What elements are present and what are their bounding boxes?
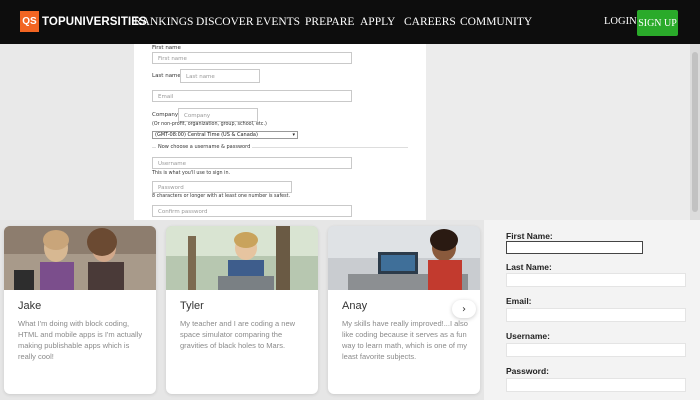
nav-item-prepare[interactable]: PREPARE — [305, 16, 354, 28]
username-label: Username: — [506, 331, 550, 341]
password-field[interactable] — [506, 378, 686, 392]
company-input[interactable]: Company — [178, 108, 258, 122]
testimonial-card[interactable]: Tyler My teacher and I are coding a new … — [166, 226, 318, 394]
testimonial-photo-anay — [328, 226, 480, 290]
first-name-field[interactable] — [506, 241, 643, 254]
testimonial-text: My teacher and I are coding a new space … — [180, 319, 296, 350]
testimonial-name: Anay — [342, 300, 368, 312]
email-label: Email: — [506, 296, 532, 306]
nav-item-discover[interactable]: DISCOVER — [196, 16, 254, 28]
nav-item-apply[interactable]: APPLY — [360, 16, 395, 28]
chevron-right-icon: › — [462, 303, 466, 315]
last-name-input[interactable]: Last name — [180, 69, 260, 83]
testimonial-card[interactable]: Jake What I'm doing with block coding, H… — [4, 226, 156, 394]
scrollbar-thumb[interactable] — [692, 52, 698, 212]
nav-item-events[interactable]: EVENTS — [256, 16, 300, 28]
timezone-value: (GMT-08:00) Central Time (US & Canada) — [155, 132, 258, 138]
testimonial-photo-jake — [4, 226, 156, 290]
password-hint: 8 characters or longer with at least one… — [152, 194, 291, 199]
carousel-next-button[interactable]: › — [452, 300, 476, 318]
last-name-field[interactable] — [506, 273, 686, 287]
testimonial-text: What I'm doing with block coding, HTML a… — [18, 319, 143, 361]
login-link[interactable]: LOGIN — [604, 16, 637, 27]
chevron-down-icon: ▾ — [292, 132, 295, 138]
nav-item-careers[interactable]: CAREERS — [404, 16, 456, 28]
signup-button[interactable]: SIGN UP — [637, 10, 678, 36]
first-name-label: First name — [152, 45, 181, 51]
testimonial-photo-tyler — [166, 226, 318, 290]
timezone-select[interactable]: (GMT-08:00) Central Time (US & Canada) ▾ — [152, 131, 298, 139]
testimonial-text: My skills have really improved!...I also… — [342, 319, 468, 361]
email-input[interactable]: Email — [152, 90, 352, 102]
confirm-password-input[interactable]: Confirm password — [152, 205, 352, 217]
nav-item-rankings[interactable]: RANKINGS — [134, 16, 193, 28]
first-name-label: First Name: — [506, 231, 553, 241]
logo-text: TOPUNIVERSITIES — [42, 15, 147, 28]
email-field[interactable] — [506, 308, 686, 322]
background-strip — [426, 44, 690, 220]
password-input[interactable]: Password — [152, 181, 292, 193]
testimonial-name: Jake — [18, 300, 42, 312]
first-name-input[interactable]: First name — [152, 52, 352, 64]
testimonial-name: Tyler — [180, 300, 204, 312]
last-name-label: Last name — [152, 73, 181, 79]
section-title: Now choose a username & password — [156, 144, 253, 150]
nav-item-community[interactable]: COMMUNITY — [460, 16, 532, 28]
last-name-label: Last Name: — [506, 262, 552, 272]
password-label: Password: — [506, 366, 549, 376]
company-hint: (Or non-profit, organization, group, sch… — [152, 122, 267, 127]
username-input[interactable]: Username — [152, 157, 352, 169]
company-label: Company — [152, 112, 179, 118]
username-hint: This is what you'll use to sign in. — [152, 171, 231, 176]
qs-logo-badge: QS — [20, 11, 39, 32]
site-logo[interactable]: QS TOPUNIVERSITIES — [20, 11, 147, 32]
username-field[interactable] — [506, 343, 686, 357]
top-nav-bar: QS TOPUNIVERSITIES RANKINGS DISCOVER EVE… — [0, 0, 700, 44]
